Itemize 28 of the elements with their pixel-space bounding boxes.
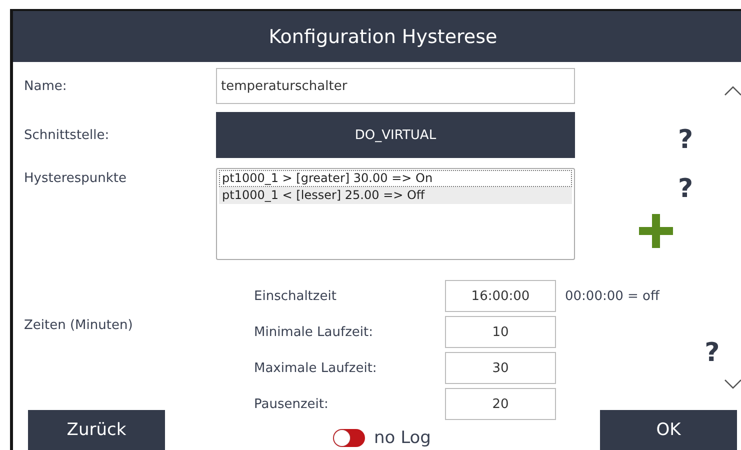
list-item[interactable]: pt1000_1 < [lesser] 25.00 => Off bbox=[219, 187, 572, 204]
scroll-down-icon[interactable] bbox=[724, 379, 741, 389]
hysteresis-list[interactable]: pt1000_1 > [greater] 30.00 => On pt1000_1 < [lesser] 25.00 => Off bbox=[216, 168, 575, 260]
add-icon[interactable] bbox=[639, 214, 673, 248]
field-label: Einschaltzeit bbox=[254, 288, 338, 304]
window-title: Konfiguration Hysterese bbox=[268, 26, 498, 48]
toggle-label: no Log bbox=[374, 428, 431, 448]
time-field[interactable]: 10 bbox=[445, 316, 556, 348]
scroll-up-icon[interactable] bbox=[724, 86, 741, 96]
help-icon[interactable]: ? bbox=[704, 340, 741, 366]
back-button[interactable]: Zurück bbox=[28, 410, 165, 450]
field-label: Minimale Laufzeit: bbox=[254, 324, 374, 340]
time-field[interactable]: 30 bbox=[445, 352, 556, 384]
interface-button[interactable]: DO_VIRTUAL bbox=[216, 112, 575, 158]
time-field[interactable]: 16:00:00 bbox=[445, 280, 556, 312]
field-label: Maximale Laufzeit: bbox=[254, 360, 378, 376]
help-icon[interactable]: ? bbox=[678, 176, 694, 202]
ok-button[interactable]: OK bbox=[600, 410, 737, 450]
hint-text: 00:00:00 = off bbox=[565, 288, 660, 304]
hysteresis-points-label: Hysterespunkte bbox=[24, 171, 128, 186]
name-label: Name: bbox=[24, 78, 68, 94]
time-field[interactable]: 20 bbox=[445, 388, 556, 420]
log-toggle[interactable] bbox=[333, 429, 365, 447]
help-icon[interactable]: ? bbox=[678, 127, 741, 153]
name-field[interactable]: temperaturschalter bbox=[216, 68, 575, 104]
interface-label: Schnittstelle: bbox=[24, 128, 110, 142]
times-label: Zeiten (Minuten) bbox=[24, 318, 134, 333]
field-label: Pausenzeit: bbox=[254, 396, 330, 412]
